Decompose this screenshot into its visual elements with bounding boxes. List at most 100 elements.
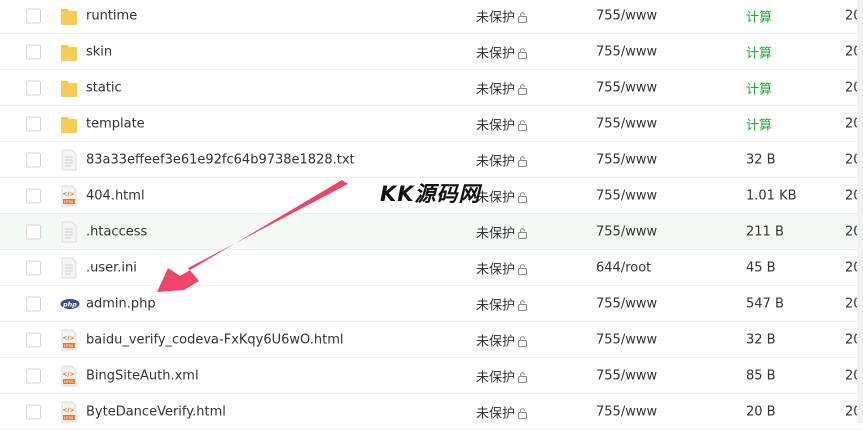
file-size: 45 B [746, 260, 776, 275]
file-name[interactable]: 83a33effeef3e61e92fc64b9738e1828.txt [86, 152, 355, 167]
file-name[interactable]: admin.php [86, 296, 156, 311]
lock-icon [515, 334, 528, 349]
table-row[interactable]: runtime 未保护 755/www 计算 20 [0, 0, 863, 34]
protection-status[interactable]: 未保护 [476, 78, 528, 97]
svg-text:HTML: HTML [64, 380, 74, 384]
svg-text:php: php [62, 300, 77, 308]
permission-owner[interactable]: 755/www [596, 44, 657, 59]
svg-text:HTML: HTML [64, 200, 74, 204]
file-size: 1.01 KB [746, 188, 797, 203]
table-row[interactable]: static 未保护 755/www 计算 20 [0, 70, 863, 106]
row-checkbox[interactable] [26, 404, 41, 419]
file-size: 85 B [746, 368, 776, 383]
protection-status[interactable]: 未保护 [476, 222, 528, 241]
protection-status[interactable]: 未保护 [476, 186, 528, 205]
file-name[interactable]: runtime [86, 8, 137, 23]
protection-status[interactable]: 未保护 [476, 330, 528, 349]
permission-owner[interactable]: 755/www [596, 8, 657, 23]
table-row[interactable]: template 未保护 755/www 计算 20 [0, 106, 863, 142]
protection-status[interactable]: 未保护 [476, 366, 528, 385]
html-file-icon: </> HTML [60, 329, 78, 351]
row-checkbox[interactable] [26, 152, 41, 167]
text-file-icon [60, 149, 78, 171]
file-name[interactable]: template [86, 116, 145, 131]
protection-status[interactable]: 未保护 [476, 42, 528, 61]
scrollbar[interactable] [857, 0, 863, 423]
table-row[interactable]: php admin.php 未保护 755/www 547 B 20 [0, 286, 863, 322]
folder-icon [60, 41, 78, 63]
permission-owner[interactable]: 755/www [596, 404, 657, 419]
file-size: 20 B [746, 404, 776, 419]
file-name[interactable]: skin [86, 44, 112, 59]
svg-text:HTML: HTML [64, 416, 74, 420]
permission-owner[interactable]: 755/www [596, 152, 657, 167]
table-row[interactable]: 83a33effeef3e61e92fc64b9738e1828.txt 未保护 7… [0, 142, 863, 178]
permission-owner[interactable]: 755/www [596, 116, 657, 131]
text-file-icon [60, 221, 78, 243]
permission-owner[interactable]: 755/www [596, 188, 657, 203]
html-file-icon: </> HTML [60, 401, 78, 423]
permission-owner[interactable]: 755/www [596, 224, 657, 239]
table-row[interactable]: .user.ini 未保护 644/root 45 B 20 [0, 250, 863, 286]
lock-icon [515, 82, 528, 97]
file-name[interactable]: 404.html [86, 188, 145, 203]
row-checkbox[interactable] [26, 188, 41, 203]
table-row[interactable]: skin 未保护 755/www 计算 20 [0, 34, 863, 70]
file-name[interactable]: .user.ini [86, 260, 137, 275]
lock-icon [515, 226, 528, 241]
calculate-size-link[interactable]: 计算 [746, 6, 772, 25]
permission-owner[interactable]: 755/www [596, 368, 657, 383]
protection-status[interactable]: 未保护 [476, 294, 528, 313]
file-name[interactable]: ByteDanceVerify.html [86, 404, 226, 419]
svg-text:</>: </> [62, 191, 74, 198]
lock-icon [515, 10, 528, 25]
text-file-icon [60, 257, 78, 279]
table-row[interactable]: </> HTML BingSiteAuth.xml 未保护 755/www 85 B 20 [0, 358, 863, 394]
file-name[interactable]: .htaccess [86, 224, 147, 239]
row-checkbox[interactable] [26, 44, 41, 59]
html-file-icon: </> HTML [60, 365, 78, 387]
lock-icon [515, 46, 528, 61]
calculate-size-link[interactable]: 计算 [746, 114, 772, 133]
calculate-size-link[interactable]: 计算 [746, 42, 772, 61]
svg-text:</>: </> [62, 335, 74, 342]
file-name[interactable]: static [86, 80, 122, 95]
calculate-size-link[interactable]: 计算 [746, 78, 772, 97]
protection-status[interactable]: 未保护 [476, 114, 528, 133]
file-name[interactable]: baidu_verify_codeva-FxKqy6U6wO.html [86, 332, 344, 347]
permission-owner[interactable]: 755/www [596, 332, 657, 347]
file-size: 211 B [746, 224, 784, 239]
row-checkbox[interactable] [26, 368, 41, 383]
html-file-icon: </> HTML [60, 185, 78, 207]
permission-owner[interactable]: 755/www [596, 296, 657, 311]
protection-status[interactable]: 未保护 [476, 402, 528, 421]
row-checkbox[interactable] [26, 332, 41, 347]
file-size: 32 B [746, 152, 776, 167]
row-checkbox[interactable] [26, 224, 41, 239]
protection-status[interactable]: 未保护 [476, 150, 528, 169]
row-checkbox[interactable] [26, 260, 41, 275]
file-name[interactable]: BingSiteAuth.xml [86, 368, 199, 383]
row-checkbox[interactable] [26, 80, 41, 95]
php-file-icon: php [60, 293, 80, 315]
svg-text:</>: </> [62, 371, 74, 378]
svg-text:</>: </> [62, 407, 74, 414]
table-row[interactable]: .htaccess 未保护 755/www 211 B 20 [0, 214, 863, 250]
file-list: runtime 未保护 755/www 计算 20 skin 未保护 755/www 计算 20 s… [0, 0, 863, 430]
row-checkbox[interactable] [26, 116, 41, 131]
protection-status[interactable]: 未保护 [476, 258, 528, 277]
lock-icon [515, 154, 528, 169]
row-checkbox[interactable] [26, 296, 41, 311]
folder-icon [60, 77, 78, 99]
folder-icon [60, 113, 78, 135]
permission-owner[interactable]: 644/root [596, 260, 651, 275]
table-row[interactable]: </> HTML ByteDanceVerify.html 未保护 755/www 20 … [0, 394, 863, 430]
table-row[interactable]: </> HTML baidu_verify_codeva-FxKqy6U6wO.ht… [0, 322, 863, 358]
lock-icon [515, 262, 528, 277]
protection-status[interactable]: 未保护 [476, 6, 528, 25]
row-checkbox[interactable] [26, 8, 41, 23]
lock-icon [515, 118, 528, 133]
permission-owner[interactable]: 755/www [596, 80, 657, 95]
lock-icon [515, 370, 528, 385]
file-size: 32 B [746, 332, 776, 347]
